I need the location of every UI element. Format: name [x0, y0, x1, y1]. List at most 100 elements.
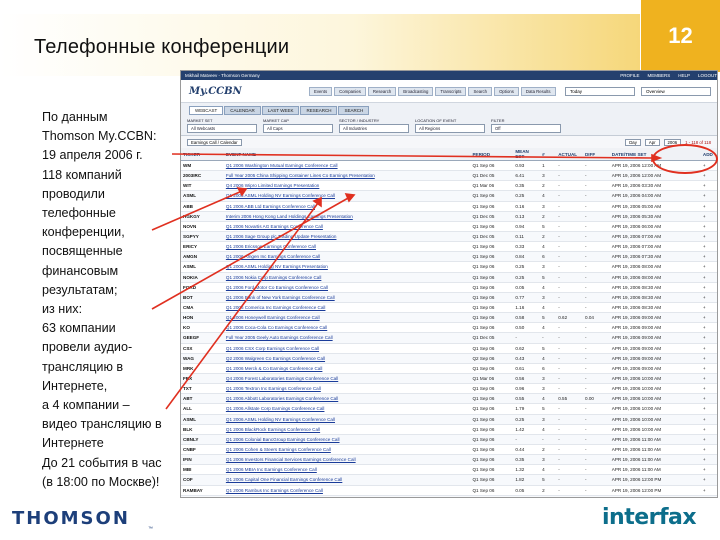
table-row[interactable]: HGKGY Interim 2006 Hong Kong Land Holding…: [181, 211, 717, 222]
add-icon[interactable]: +: [700, 474, 717, 486]
nav-button-events[interactable]: Events: [309, 86, 333, 96]
table-row[interactable]: MBI Q1 2006 MBIA Inc Earnings Conference …: [181, 464, 717, 476]
tab-research[interactable]: RESEARCH: [300, 106, 338, 115]
nav-button-companies[interactable]: Companies: [334, 86, 366, 96]
table-row[interactable]: ABT Q1 2006 Abbott Laboratories Earnings …: [181, 393, 717, 405]
event-link[interactable]: Q1 2006 Novartis AG Earnings Conference …: [223, 221, 471, 232]
event-link[interactable]: Q1 2006 Amgen Inc Earnings Conference Ca…: [223, 251, 471, 263]
add-icon[interactable]: +: [700, 261, 717, 273]
event-link[interactable]: Q1 2006 Honeywell Earnings Conference Ca…: [223, 312, 471, 324]
event-link[interactable]: Q1 2006 Textron Inc Earnings Conference …: [223, 383, 471, 395]
add-icon[interactable]: +: [700, 353, 717, 364]
table-row[interactable]: MRK Q1 2006 Merck & Co Earnings Conferenc…: [181, 363, 717, 374]
nav-button-data-results[interactable]: Data Results: [520, 86, 556, 96]
event-link[interactable]: Q1 2006 MBIA Inc Earnings Conference Cal…: [223, 464, 471, 476]
table-row[interactable]: AMGN Q1 2006 Amgen Inc Earnings Conferenc…: [181, 251, 717, 263]
event-link[interactable]: Q1 2006 Coca-Cola Co Earnings Conference…: [223, 322, 471, 334]
event-link[interactable]: Q1 2006 Washington Mutual Earnings Confe…: [223, 160, 471, 172]
add-icon[interactable]: +: [700, 302, 717, 314]
tab-calendar[interactable]: CALENDAR: [224, 106, 261, 115]
event-link[interactable]: Q1 2006 BlackRock Earnings Conference Ca…: [223, 424, 471, 435]
table-row[interactable]: ABB Q1 2006 ABB Ltd Earnings Conference C…: [181, 201, 717, 212]
add-icon[interactable]: +: [700, 180, 717, 192]
event-link[interactable]: Q1 2006 Ericsson Earnings Conference Cal…: [223, 241, 471, 253]
event-link[interactable]: Q1 2006 ASML Holding NV Earnings Confere…: [223, 414, 471, 425]
event-link[interactable]: Q1 2006 Bank of New York Earnings Confer…: [223, 292, 471, 303]
top-link-profile[interactable]: PROFILE: [620, 73, 639, 78]
table-row[interactable]: WAG Q2 2006 Walgreen Co Earnings Conferen…: [181, 353, 717, 364]
top-link-members[interactable]: MEMBERS: [647, 73, 670, 78]
table-row[interactable]: CMA Q1 2006 Comerica Inc Earnings Confere…: [181, 302, 717, 314]
add-icon[interactable]: +: [700, 170, 717, 182]
add-icon[interactable]: +: [700, 251, 717, 263]
event-link[interactable]: Q2 2006 Walgreen Co Earnings Conference …: [223, 353, 471, 364]
event-link[interactable]: Q1 2006 ASML Holding NV Earnings Present…: [223, 261, 471, 273]
add-icon[interactable]: +: [700, 211, 717, 222]
event-link[interactable]: Q1 2006 Nokia Corp Earnings Conference C…: [223, 272, 471, 283]
event-link[interactable]: Q1 2006 Merck & Co Earnings Conference C…: [223, 363, 471, 374]
event-link[interactable]: Q1 2006 Cohen & Steers Earnings Conferen…: [223, 444, 471, 456]
table-row[interactable]: SGPYY Q1 2006 Sage Group plc Trading Upda…: [181, 231, 717, 243]
nav-button-broadcasting[interactable]: Broadcasting: [398, 86, 434, 96]
table-row[interactable]: COF Q1 2006 Capital One Financial Earning…: [181, 474, 717, 486]
add-icon[interactable]: +: [700, 322, 717, 334]
event-link[interactable]: Q1 2006 State Street Corp Earnings Confe…: [223, 495, 471, 497]
top-link-help[interactable]: HELP: [678, 73, 690, 78]
event-link[interactable]: Q1 2006 CSX Corp Earnings Conference Cal…: [223, 343, 471, 354]
add-icon[interactable]: +: [700, 343, 717, 354]
add-icon[interactable]: +: [700, 190, 717, 202]
top-link-logout[interactable]: LOGOUT: [698, 73, 717, 78]
table-row[interactable]: KO Q1 2006 Coca-Cola Co Earnings Conferen…: [181, 322, 717, 334]
table-row[interactable]: BLK Q1 2006 BlackRock Earnings Conference…: [181, 424, 717, 435]
today-select[interactable]: Today: [565, 86, 635, 96]
event-link[interactable]: Q1 2006 Colonial BancGroup Earnings Conf…: [223, 434, 471, 445]
table-row[interactable]: GEEGF Full Year 2005 Geely Auto Earnings …: [181, 332, 717, 344]
add-icon[interactable]: +: [700, 292, 717, 303]
table-row[interactable]: IFIN Q1 2006 Investors Financial Services…: [181, 454, 717, 466]
table-row[interactable]: CSX Q1 2006 CSX Corp Earnings Conference …: [181, 343, 717, 354]
event-link[interactable]: Q1 2006 ASML Holding NV Earnings Confere…: [223, 190, 471, 202]
add-icon[interactable]: +: [700, 201, 717, 212]
add-icon[interactable]: +: [700, 221, 717, 232]
day-select[interactable]: Day: [625, 138, 641, 146]
event-link[interactable]: Full Year 2005 Geely Auto Earnings Confe…: [223, 332, 471, 344]
event-link[interactable]: Q1 2006 Ford Motor Co Earnings Conferenc…: [223, 282, 471, 293]
table-row[interactable]: TXT Q1 2006 Textron Inc Earnings Conferen…: [181, 383, 717, 395]
table-row[interactable]: STTQ1 2006 State Street Corp Earnings Co…: [181, 495, 717, 497]
filter-select[interactable]: All Caps: [263, 123, 333, 133]
add-icon[interactable]: +: [700, 231, 717, 243]
add-icon[interactable]: +: [700, 495, 717, 497]
table-row[interactable]: HON Q1 2006 Honeywell Earnings Conference…: [181, 312, 717, 324]
add-icon[interactable]: +: [700, 241, 717, 253]
table-row[interactable]: 2003IRC Full Year 2005 China Shipping Con…: [181, 170, 717, 182]
tab-last-week[interactable]: LAST WEEK: [261, 106, 300, 115]
event-type-select[interactable]: Earnings Call / Calendar: [187, 138, 242, 146]
table-row[interactable]: NOKIA Q1 2006 Nokia Corp Earnings Confere…: [181, 272, 717, 283]
filter-select[interactable]: All Industries: [339, 123, 409, 133]
table-row[interactable]: CBNLY Q1 2006 Colonial BancGroup Earnings…: [181, 434, 717, 445]
filter-select[interactable]: All Regions: [415, 123, 485, 133]
table-row[interactable]: ALL Q1 2006 Allstate Corp Earnings Confer…: [181, 403, 717, 415]
nav-button-research[interactable]: Research: [367, 86, 397, 96]
add-icon[interactable]: +: [700, 403, 717, 415]
filter-select[interactable]: All Webcasts: [187, 123, 257, 133]
add-icon[interactable]: +: [700, 444, 717, 456]
table-row[interactable]: NOVN Q1 2006 Novartis AG Earnings Confere…: [181, 221, 717, 232]
table-row[interactable]: ASML Q1 2006 ASML Holding NV Earnings Con…: [181, 414, 717, 425]
add-icon[interactable]: +: [700, 424, 717, 435]
add-icon[interactable]: +: [700, 393, 717, 405]
table-row[interactable]: FRX Q4 2006 Forest Laboratories Earnings …: [181, 373, 717, 385]
table-row[interactable]: WIT Q4 2006 Wipro Limited Earnings Presen…: [181, 180, 717, 192]
add-icon[interactable]: +: [700, 464, 717, 476]
month-select[interactable]: Apr: [644, 138, 660, 146]
table-row[interactable]: BOT Q1 2006 Bank of New York Earnings Con…: [181, 292, 717, 303]
add-icon[interactable]: +: [700, 454, 717, 466]
tab-search[interactable]: SEARCH: [338, 106, 370, 115]
add-icon[interactable]: +: [700, 373, 717, 385]
nav-button-transcripts[interactable]: Transcripts: [435, 86, 467, 96]
table-row[interactable]: ASML Q1 2006 ASML Holding NV Earnings Pre…: [181, 261, 717, 273]
event-link[interactable]: Q1 2006 Investors Financial Services Ear…: [223, 454, 471, 466]
event-link[interactable]: Q4 2006 Forest Laboratories Earnings Con…: [223, 373, 471, 385]
add-icon[interactable]: +: [700, 383, 717, 395]
table-row[interactable]: WM Q1 2006 Washington Mutual Earnings Con…: [181, 160, 717, 172]
